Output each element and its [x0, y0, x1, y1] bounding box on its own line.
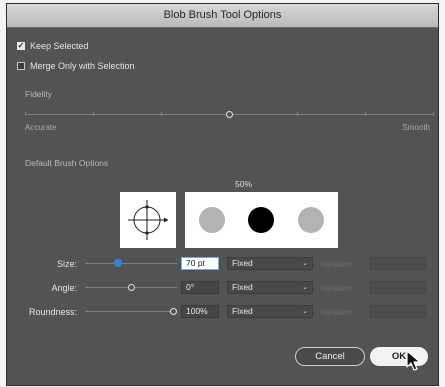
fidelity-label: Fidelity [25, 89, 52, 99]
fidelity-tick [93, 112, 94, 116]
merge-only-label: Merge Only with Selection [30, 61, 135, 71]
chevron-down-icon: ⌄ [302, 284, 308, 291]
size-variation-label: Variation: [320, 260, 354, 269]
brush-options-label: Default Brush Options [25, 158, 109, 168]
keep-selected-checkbox[interactable]: ✓ [17, 42, 25, 50]
size-label: Size: [56, 259, 77, 269]
angle-value-input[interactable]: 0° [181, 281, 219, 294]
brush-angle-preview[interactable] [120, 192, 176, 248]
preview-percent: 50% [235, 179, 253, 189]
roundness-label: Roundness: [28, 307, 77, 317]
roundness-variation-label: Variation: [320, 308, 354, 317]
angle-slider-knob[interactable] [128, 284, 135, 291]
mouse-pointer-icon [406, 350, 421, 371]
angle-label: Angle: [51, 283, 77, 293]
brush-preview-current [248, 207, 274, 233]
crosshair-circle-icon [128, 200, 168, 240]
fidelity-tick [25, 112, 26, 116]
chevron-down-icon: ⌄ [302, 308, 308, 315]
fidelity-slider-knob[interactable] [226, 111, 233, 118]
roundness-value-input[interactable]: 100% [181, 305, 219, 318]
size-value-input[interactable]: 70 pt [181, 257, 219, 270]
fidelity-tick [365, 112, 366, 116]
angle-mode-dropdown[interactable]: Fixed ⌄ [227, 281, 313, 294]
angle-slider[interactable] [85, 281, 177, 293]
keep-selected-label: Keep Selected [30, 41, 89, 51]
brush-shape-preview [185, 192, 338, 248]
roundness-mode-dropdown[interactable]: Fixed ⌄ [227, 305, 313, 318]
blob-brush-options-dialog: Blob Brush Tool Options ✓ Keep Selected … [6, 3, 439, 386]
brush-preview-min [199, 207, 225, 233]
size-slider-knob[interactable] [114, 259, 122, 267]
fidelity-min-label: Accurate [25, 123, 57, 132]
merge-only-checkbox-row[interactable]: Merge Only with Selection [17, 61, 135, 71]
dialog-title: Blob Brush Tool Options [163, 9, 282, 21]
roundness-slider[interactable] [85, 305, 177, 317]
size-mode-value: Fixed [232, 258, 253, 268]
fidelity-slider[interactable] [25, 107, 434, 119]
keep-selected-checkbox-row[interactable]: ✓ Keep Selected [17, 41, 89, 51]
fidelity-tick [161, 112, 162, 116]
dialog-title-bar: Blob Brush Tool Options [7, 4, 438, 28]
roundness-mode-value: Fixed [232, 306, 253, 316]
angle-mode-value: Fixed [232, 282, 253, 292]
merge-only-checkbox[interactable] [17, 62, 25, 70]
roundness-slider-track [85, 311, 177, 312]
angle-variation-label: Variation: [320, 284, 354, 293]
roundness-variation-input [370, 305, 426, 318]
chevron-down-icon: ⌄ [302, 260, 308, 267]
fidelity-tick [433, 112, 434, 116]
size-variation-input [370, 257, 426, 270]
roundness-slider-knob[interactable] [170, 308, 177, 315]
size-slider-track [85, 263, 177, 264]
angle-variation-input [370, 281, 426, 294]
fidelity-tick [297, 112, 298, 116]
cancel-button[interactable]: Cancel [295, 347, 365, 366]
size-slider[interactable] [85, 257, 177, 269]
size-mode-dropdown[interactable]: Fixed ⌄ [227, 257, 313, 270]
brush-preview-max [298, 207, 324, 233]
fidelity-max-label: Smooth [402, 123, 430, 132]
